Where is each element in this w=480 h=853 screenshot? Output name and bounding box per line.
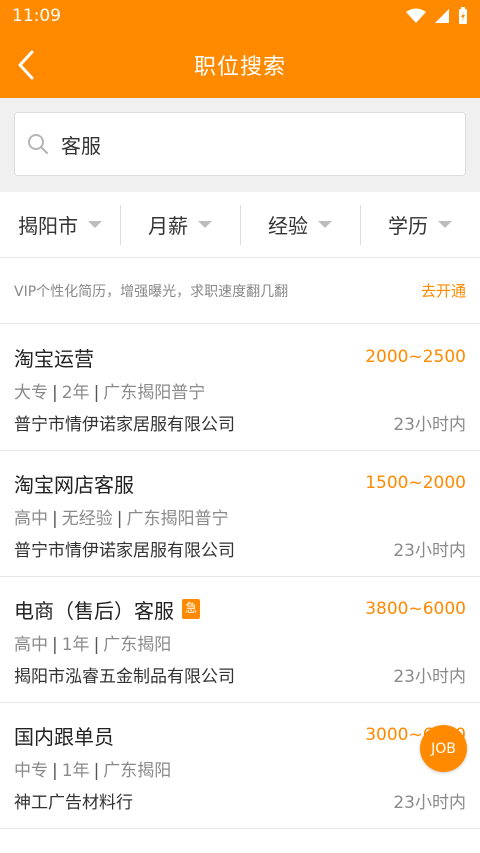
job-experience: 1年 (61, 760, 90, 781)
job-education: 高中 (14, 508, 48, 529)
job-card[interactable]: 淘宝运营 2000~2500 大专 | 2年 | 广东揭阳普宁 普宁市情伊诺家居服有限公司… (0, 325, 480, 451)
battery-icon (459, 7, 467, 24)
job-card[interactable]: 淘宝网店客服 1500~2000 高中 | 无经验 | 广东揭阳普宁 普宁市情伊诺家居服有… (0, 451, 480, 577)
job-card[interactable]: 电商（售后）客服急 3800~6000 高中 | 1年 | 广东揭阳 揭阳市泓睿五金制品有… (0, 577, 480, 703)
job-time: 23小时内 (393, 414, 466, 435)
separator: | (93, 382, 100, 403)
filter-education[interactable]: 学历 (360, 192, 480, 257)
job-company: 揭阳市泓睿五金制品有限公司 (14, 666, 235, 687)
job-title: 国内跟单员 (14, 724, 114, 749)
filter-bar: 揭阳市 月薪 经验 学历 (0, 192, 480, 258)
filter-label: 揭阳市 (18, 214, 78, 238)
job-company: 普宁市情伊诺家居服有限公司 (14, 540, 235, 561)
job-company: 普宁市情伊诺家居服有限公司 (14, 414, 235, 435)
filter-city[interactable]: 揭阳市 (0, 192, 120, 257)
caret-down-icon (198, 221, 212, 228)
job-card-partial[interactable] (0, 829, 480, 853)
job-requirements: 高中 | 1年 | 广东揭阳 (14, 630, 171, 655)
job-experience: 1年 (61, 634, 90, 655)
job-location: 广东揭阳 (103, 760, 172, 781)
separator: | (93, 634, 100, 655)
status-icons (406, 7, 468, 25)
job-time: 23小时内 (393, 666, 466, 687)
job-time: 23小时内 (393, 540, 466, 561)
job-company: 神工广告材料行 (14, 792, 133, 813)
job-card[interactable]: 国内跟单员 3000~6000 中专 | 1年 | 广东揭阳 神工广告材料行 23小时内 (0, 703, 480, 829)
job-title: 淘宝运营 (14, 346, 94, 371)
job-location: 广东揭阳 (103, 634, 172, 655)
job-title: 淘宝网店客服 (14, 472, 134, 497)
filter-label: 学历 (388, 214, 428, 238)
search-area: 客服 (0, 98, 480, 192)
search-icon (28, 134, 48, 154)
separator: | (52, 760, 58, 781)
separator: | (52, 508, 58, 529)
job-salary: 2000~2500 (365, 347, 466, 367)
job-experience: 无经验 (61, 508, 113, 529)
job-location: 广东揭阳普宁 (126, 508, 229, 529)
separator: | (52, 634, 58, 655)
job-experience: 2年 (61, 382, 90, 403)
job-location: 广东揭阳普宁 (103, 382, 206, 403)
vip-banner: VIP个性化简历，增强曝光，求职速度翻几翻 去开通 (0, 258, 480, 324)
vip-text: VIP个性化简历，增强曝光，求职速度翻几翻 (14, 283, 289, 300)
job-education: 大专 (14, 382, 48, 403)
job-salary: 1500~2000 (365, 473, 466, 493)
wifi-icon (406, 8, 426, 23)
job-requirements: 中专 | 1年 | 广东揭阳 (14, 756, 171, 781)
job-list: 淘宝运营 2000~2500 大专 | 2年 | 广东揭阳普宁 普宁市情伊诺家居服有限公司… (0, 325, 480, 829)
signal-icon (435, 9, 449, 23)
job-salary: 3800~6000 (365, 599, 466, 619)
app-header: 11:09 职位搜索 (0, 0, 480, 98)
job-education: 中专 (14, 760, 48, 781)
separator: | (116, 508, 123, 529)
filter-label: 月薪 (148, 214, 188, 238)
caret-down-icon (438, 221, 452, 228)
status-bar: 11:09 (0, 0, 480, 32)
filter-label: 经验 (268, 214, 308, 238)
search-input[interactable]: 客服 (14, 112, 466, 176)
page-title: 职位搜索 (193, 55, 286, 80)
caret-down-icon (318, 221, 332, 228)
job-time: 23小时内 (393, 792, 466, 813)
urgent-badge: 急 (182, 599, 201, 619)
job-education: 高中 (14, 634, 48, 655)
vip-activate-link[interactable]: 去开通 (421, 280, 466, 301)
search-query: 客服 (61, 133, 101, 158)
filter-experience[interactable]: 经验 (240, 192, 360, 257)
caret-down-icon (88, 221, 102, 228)
status-time: 11:09 (12, 6, 61, 26)
job-requirements: 大专 | 2年 | 广东揭阳普宁 (14, 378, 205, 403)
separator: | (52, 382, 58, 403)
job-fab-button[interactable]: JOB (420, 725, 467, 772)
back-arrow-icon[interactable] (8, 47, 44, 83)
job-requirements: 高中 | 无经验 | 广东揭阳普宁 (14, 504, 228, 529)
filter-salary[interactable]: 月薪 (120, 192, 240, 257)
job-title: 电商（售后）客服急 (14, 595, 201, 624)
job-title-text: 电商（售后）客服 (14, 598, 174, 623)
separator: | (93, 760, 100, 781)
title-bar: 职位搜索 (0, 32, 480, 98)
